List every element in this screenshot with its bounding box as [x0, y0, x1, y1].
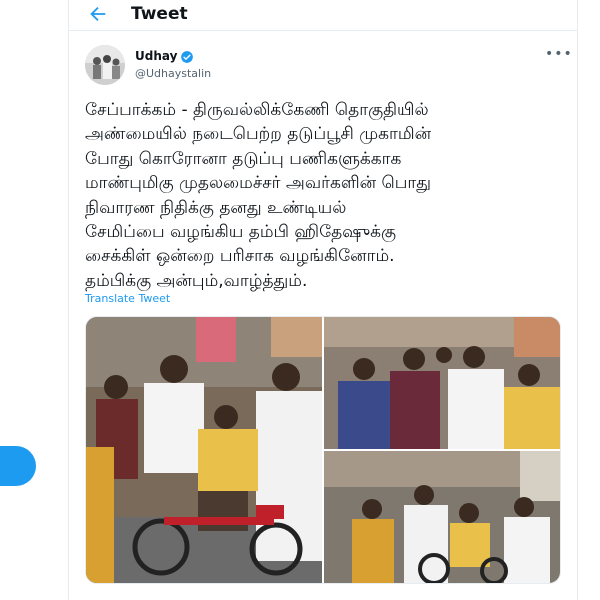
more-options-icon[interactable]: ••• — [545, 46, 573, 62]
tweet-text: சேப்பாக்கம் - திருவல்லிக்கேணி தொகுதியில்… — [85, 100, 432, 291]
tweet-photo-1[interactable] — [86, 317, 322, 583]
left-sidebar — [0, 0, 68, 600]
verified-badge-icon — [180, 49, 194, 63]
author-row: Udhay — [135, 49, 194, 63]
tweet-photo-3[interactable] — [324, 451, 560, 583]
tweet-photo-2[interactable] — [324, 317, 560, 449]
tweet-column: Tweet Udhay @Udhaystalin ••• சேப்பாக்கம்… — [68, 0, 578, 600]
tweet-header: Tweet — [69, 0, 577, 31]
avatar[interactable] — [85, 45, 125, 85]
author-name[interactable]: Udhay — [135, 49, 177, 63]
page-title: Tweet — [131, 4, 188, 24]
author-handle[interactable]: @Udhaystalin — [135, 67, 211, 80]
tweet-photo-grid — [85, 316, 561, 584]
back-arrow-icon[interactable] — [87, 3, 109, 25]
translate-tweet-link[interactable]: Translate Tweet — [85, 292, 170, 305]
